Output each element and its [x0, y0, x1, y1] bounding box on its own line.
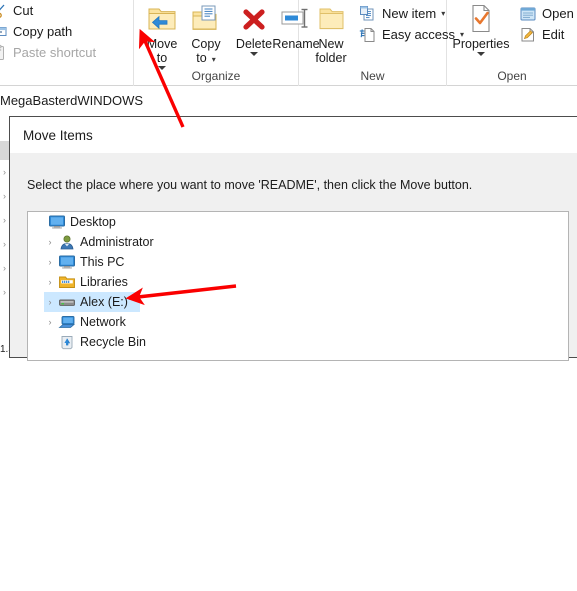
copy-to-label-line2-wrap: to ▾	[196, 51, 215, 65]
new-folder-label-line2: folder	[315, 51, 347, 65]
tree-item-label: Administrator	[80, 235, 154, 249]
new-group-label: New	[360, 69, 385, 83]
copy-path-label: Copy path	[13, 24, 73, 39]
copy-path-icon	[0, 23, 8, 40]
explorer-window: Cut Copy path Paste shortcut Move to Cop…	[0, 0, 577, 591]
edit-button[interactable]: Edit	[515, 24, 577, 45]
address-bar-text: MegaBasterdWINDOWS	[0, 93, 144, 108]
new-folder-button[interactable]: New folder	[303, 2, 359, 65]
tree-item-label: Desktop	[70, 215, 116, 229]
cut-label: Cut	[13, 3, 34, 18]
new-item-label: New item	[382, 6, 437, 21]
dialog-title: Move Items	[23, 128, 93, 143]
alex-drive-chevron-icon[interactable]: ›	[42, 292, 58, 312]
new-folder-label-line1: New	[318, 37, 344, 51]
move-items-dialog: Move Items Select the place where you wa…	[9, 116, 577, 361]
this-pc-chevron-icon[interactable]: ›	[42, 252, 58, 272]
this-pc-icon	[58, 254, 76, 270]
copy-to-label-line2: to	[196, 51, 207, 65]
dialog-body: Select the place where you want to move …	[10, 153, 577, 361]
destination-tree[interactable]: Desktop › Administrator › This PC › Libr…	[27, 211, 569, 361]
ribbon-group-clipboard: Cut Copy path Paste shortcut	[0, 0, 134, 86]
administrator-chevron-icon[interactable]: ›	[42, 232, 58, 252]
easy-access-icon	[359, 26, 377, 43]
open-button[interactable]: Open ▾	[515, 3, 577, 24]
ribbon-groups: Cut Copy path Paste shortcut Move to Cop…	[0, 0, 577, 86]
drive-icon	[58, 294, 76, 310]
ribbon-group-new: New folder New item ▾ Easy access ▾ New	[299, 0, 464, 86]
copy-to-caret-icon[interactable]: ▾	[212, 55, 216, 64]
ribbon-group-organize: Move to Copy to ▾ Delete Rename Organize	[134, 0, 320, 86]
easy-access-label: Easy access	[382, 27, 455, 42]
libraries-chevron-icon[interactable]: ›	[42, 272, 58, 292]
tree-item-this-pc[interactable]: › This PC	[28, 252, 568, 272]
edit-label: Edit	[542, 27, 565, 42]
ribbon-group-open: Properties Open Edit Open	[447, 0, 577, 86]
tree-item-desktop[interactable]: Desktop	[28, 212, 568, 232]
scissors-icon	[0, 2, 8, 19]
properties-label: Properties	[452, 37, 510, 51]
open-group-label: Open	[497, 69, 527, 83]
open-icon	[519, 5, 537, 22]
paste-shortcut-icon	[0, 44, 8, 61]
tree-item-label: Alex (E:)	[80, 295, 128, 309]
cut-button[interactable]: Cut	[0, 0, 133, 21]
tree-item-alex-drive[interactable]: › Alex (E:)	[28, 292, 568, 312]
paste-shortcut-button[interactable]: Paste shortcut	[0, 42, 133, 63]
tree-item-network[interactable]: › Network	[28, 312, 568, 332]
new-item-icon	[359, 5, 377, 22]
ribbon: Cut Copy path Paste shortcut Move to Cop…	[0, 0, 577, 86]
clipboard-commands: Cut Copy path Paste shortcut	[0, 0, 133, 64]
user-icon	[58, 234, 76, 250]
tree-item-label: Recycle Bin	[80, 335, 146, 349]
copy-path-button[interactable]: Copy path	[0, 21, 133, 42]
tree-item-label: This PC	[80, 255, 125, 269]
organize-commands: Move to Copy to ▾ Delete Rename	[134, 0, 320, 70]
libraries-icon	[58, 274, 76, 290]
organize-group-label: Organize	[191, 69, 241, 83]
open-commands: Properties Open Edit	[447, 0, 577, 64]
new-folder-icon	[303, 2, 359, 36]
new-commands: New folder New item ▾ Easy access ▾	[299, 0, 464, 65]
paste-shortcut-label: Paste shortcut	[13, 45, 97, 60]
network-chevron-icon[interactable]: ›	[42, 312, 58, 332]
properties-icon	[449, 2, 513, 36]
tree-item-label: Libraries	[80, 275, 128, 289]
desktop-icon	[48, 214, 66, 230]
network-icon	[58, 314, 76, 330]
delete-caret-icon[interactable]	[250, 52, 258, 56]
properties-caret-icon[interactable]	[477, 52, 485, 56]
address-bar[interactable]: MegaBasterdWINDOWS	[0, 86, 577, 116]
recycle-bin-icon	[58, 334, 76, 350]
properties-button[interactable]: Properties	[449, 2, 513, 56]
tree-item-label: Network	[80, 315, 126, 329]
tree-item-recycle-bin[interactable]: Recycle Bin	[28, 332, 568, 352]
new-item-caret-icon[interactable]: ▾	[441, 9, 445, 18]
tree-item-administrator[interactable]: › Administrator	[28, 232, 568, 252]
dialog-prompt: Select the place where you want to move …	[27, 178, 473, 192]
open-label: Open	[542, 6, 574, 21]
open-small-commands: Open ▾ Edit	[515, 3, 577, 45]
dialog-title-bar: Move Items	[10, 117, 577, 153]
tree-item-libraries[interactable]: › Libraries	[28, 272, 568, 292]
edit-icon	[519, 26, 537, 43]
